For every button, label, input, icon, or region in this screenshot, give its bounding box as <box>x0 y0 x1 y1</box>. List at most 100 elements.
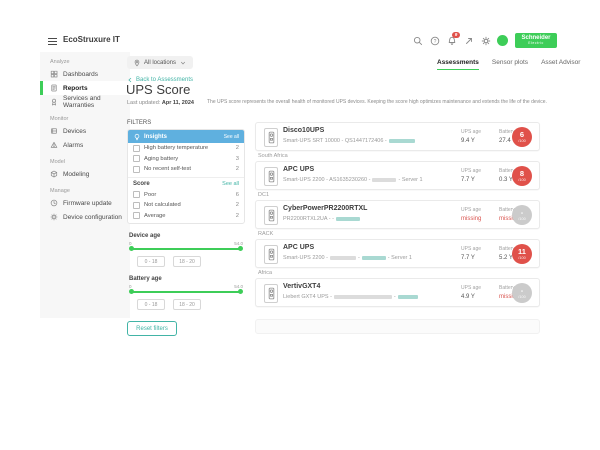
sidebar-item-device-configuration[interactable]: Device configuration <box>40 210 130 224</box>
device-age-label: Device age <box>129 233 243 239</box>
sidebar-item-label: Modeling <box>63 171 89 178</box>
tab-sensor-plots[interactable]: Sensor plots <box>492 59 528 70</box>
insights-label: Insights <box>144 134 221 140</box>
empty-row <box>255 319 540 334</box>
score-filter-poor[interactable]: Poor6 <box>128 190 244 201</box>
battery-age-slider[interactable] <box>131 291 241 293</box>
device-model-text: - Server 1 <box>398 177 422 183</box>
services-icon <box>50 98 58 106</box>
sidebar-section-manage: Manage <box>50 188 130 194</box>
insights-see-all-link[interactable]: See all <box>224 134 239 140</box>
score-value: - <box>512 286 532 295</box>
sidebar-item-modeling[interactable]: Modeling <box>40 167 130 181</box>
notifications-bell-icon[interactable]: 9 <box>446 35 457 46</box>
ups-age-value: missing <box>461 216 481 222</box>
battery-age-range-high-input[interactable]: 18 - 20 <box>173 299 201 310</box>
score-denominator: /100 <box>512 178 532 182</box>
device-card-disco10ups[interactable]: Disco10UPSSmart-UPS SRT 10000 - QS144717… <box>255 122 540 151</box>
hamburger-menu-icon[interactable] <box>48 38 57 45</box>
insight-filter-high-battery-temperature[interactable]: High battery temperature2 <box>128 143 244 154</box>
share-icon[interactable] <box>463 35 474 46</box>
ups-device-icon <box>264 167 278 186</box>
sidebar-item-reports[interactable]: Reports <box>40 81 130 95</box>
location-selector-value: All locations <box>144 60 176 66</box>
score-value: - <box>512 208 532 217</box>
battery-age-slider-handle-high[interactable] <box>238 289 243 294</box>
brand-sub: Electric <box>515 41 557 45</box>
score-filter-average[interactable]: Average2 <box>128 211 244 222</box>
filter-label: Poor <box>144 192 232 198</box>
battery-age-slider-handle-low[interactable] <box>129 289 134 294</box>
dashboards-icon <box>50 70 58 78</box>
filter-count: 2 <box>236 145 239 151</box>
search-icon[interactable] <box>412 35 423 46</box>
devices-icon <box>50 127 58 135</box>
checkbox[interactable] <box>133 166 140 173</box>
device-model-text: Smart-UPS 2200 - AS1635230260 - <box>283 177 370 183</box>
score-value: 8 <box>512 169 532 178</box>
score-denominator: /100 <box>512 295 532 299</box>
battery-age-filter: Battery age 0 54.0 0 - 18 18 - 20 <box>127 276 245 310</box>
score-badge: -/100 <box>512 283 532 303</box>
notification-badge: 9 <box>452 32 460 38</box>
settings-gear-icon[interactable] <box>480 35 491 46</box>
device-card-apc-ups[interactable]: APC UPSSmart-UPS 2200 - - - Server 1UPS … <box>255 239 540 268</box>
device-card-apc-ups[interactable]: APC UPSSmart-UPS 2200 - AS1635230260 - -… <box>255 161 540 190</box>
score-badge: 8/100 <box>512 166 532 186</box>
redacted-text <box>372 178 396 182</box>
insight-filter-aging-battery[interactable]: Aging battery3 <box>128 154 244 165</box>
app-window: EcoStruxure IT ? 9 Schneider Electric An… <box>0 0 600 450</box>
filters-panel: FILTERS Insights See all High battery te… <box>127 120 245 336</box>
sidebar-item-label: Alarms <box>63 142 83 149</box>
score-filter-list: Poor6Not calculated2Average2 <box>128 190 244 222</box>
device-age-filter: Device age 0 54.0 0 - 18 18 - 20 <box>127 233 245 267</box>
sidebar-item-dashboards[interactable]: Dashboards <box>40 67 130 81</box>
sidebar-item-devices[interactable]: Devices <box>40 124 130 138</box>
device-location: South Africa <box>255 151 540 161</box>
sidebar-item-firmware-update[interactable]: Firmware update <box>40 196 130 210</box>
score-denominator: /100 <box>512 139 532 143</box>
checkbox[interactable] <box>133 145 140 152</box>
device-age-slider[interactable] <box>131 248 241 250</box>
ups-age-column: UPS age4.9 Y <box>461 285 481 300</box>
device-name: VertivGXT4 <box>283 283 320 290</box>
device-model-text: - <box>394 294 396 300</box>
tab-asset-advisor[interactable]: Asset Advisor <box>541 59 580 70</box>
score-badge: 11/100 <box>512 244 532 264</box>
device-location: Africa <box>255 268 540 278</box>
checkbox[interactable] <box>133 202 140 209</box>
device-age-range-high-input[interactable]: 18 - 20 <box>173 256 201 267</box>
sidebar-item-services-and-warranties[interactable]: Services and Warranties <box>40 95 130 109</box>
insights-filter-list: High battery temperature2Aging battery3N… <box>128 143 244 175</box>
device-model-text: - <box>358 255 360 261</box>
last-updated: Last updated: Apr 11, 2024 <box>127 100 194 106</box>
device-subtitle: Smart-UPS 2200 - AS1635230260 - - Server… <box>283 177 423 183</box>
reset-filters-button[interactable]: Reset filters <box>127 321 177 336</box>
location-selector[interactable]: All locations <box>127 56 193 69</box>
device-model-text: - Server 1 <box>388 255 412 261</box>
device-age-slider-handle-high[interactable] <box>238 246 243 251</box>
insight-filter-no-recent-self-test[interactable]: No recent self-test2 <box>128 164 244 175</box>
checkbox[interactable] <box>133 212 140 219</box>
checkbox[interactable] <box>133 155 140 162</box>
insights-header[interactable]: Insights See all <box>128 130 244 143</box>
avatar[interactable] <box>497 35 508 46</box>
sidebar-item-label: Dashboards <box>63 71 98 78</box>
checkbox[interactable] <box>133 191 140 198</box>
score-denominator: /100 <box>512 256 532 260</box>
battery-age-range-low-input[interactable]: 0 - 18 <box>137 299 165 310</box>
device-age-slider-handle-low[interactable] <box>129 246 134 251</box>
tab-assessments[interactable]: Assessments <box>437 59 479 70</box>
filter-count: 2 <box>236 213 239 219</box>
redacted-text <box>398 295 418 299</box>
help-icon[interactable]: ? <box>429 35 440 46</box>
device-card-cyberpowerpr2200rtxl[interactable]: CyberPowerPR2200RTXLPR2200RTXL2UA - - UP… <box>255 200 540 229</box>
score-value: 6 <box>512 130 532 139</box>
sidebar-item-alarms[interactable]: Alarms <box>40 138 130 152</box>
device-age-range-low-input[interactable]: 0 - 18 <box>137 256 165 267</box>
device-card-vertivgxt4[interactable]: VertivGXT4Liebert GXT4 UPS - - UPS age4.… <box>255 278 540 307</box>
ups-age-column: UPS age7.7 Y <box>461 246 481 261</box>
score-see-all-link[interactable]: See all <box>222 181 239 187</box>
score-filter-not-calculated[interactable]: Not calculated2 <box>128 200 244 211</box>
sidebar-item-label: Devices <box>63 128 86 135</box>
